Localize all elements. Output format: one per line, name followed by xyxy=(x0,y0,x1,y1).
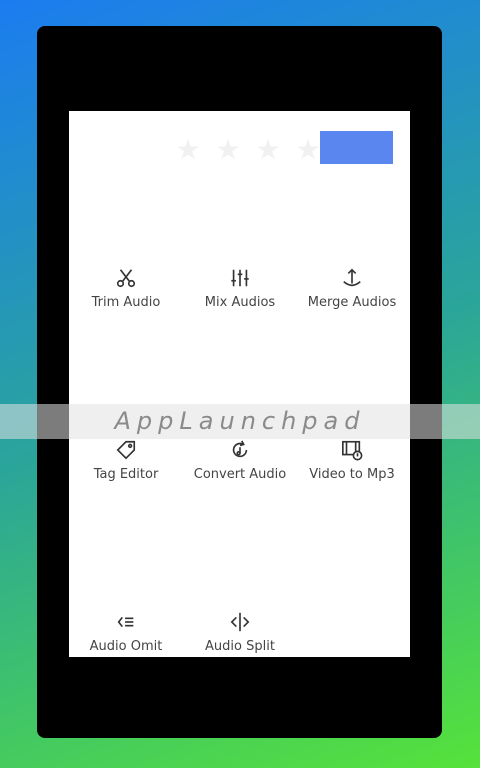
omit-icon xyxy=(117,616,134,628)
tag-icon xyxy=(116,440,136,460)
rating-stars[interactable]: ★ ★ ★ ★ xyxy=(172,136,324,164)
star-icon[interactable]: ★ xyxy=(172,136,204,164)
tool-label: Merge Audios xyxy=(307,295,397,310)
tag-editor-tool[interactable]: Tag Editor xyxy=(69,439,183,482)
scissors-icon xyxy=(116,269,136,288)
app-screen: ★ ★ ★ ★ Trim Audio Mix Audios Merge Audi… xyxy=(69,111,410,657)
convert-icon xyxy=(232,440,248,458)
star-icon[interactable]: ★ xyxy=(252,136,284,164)
audio-split-tool[interactable]: Audio Split xyxy=(183,611,297,654)
star-icon[interactable]: ★ xyxy=(212,136,244,164)
mix-audios-tool[interactable]: Mix Audios xyxy=(183,267,297,310)
watermark-text: AppLaunchpad xyxy=(114,407,366,435)
convert-audio-tool[interactable]: Convert Audio xyxy=(183,439,297,482)
merge-audios-tool[interactable]: Merge Audios xyxy=(295,267,409,310)
audio-omit-tool[interactable]: Audio Omit xyxy=(69,611,183,654)
tool-label: Trim Audio xyxy=(91,295,161,310)
merge-icon xyxy=(343,268,361,287)
tool-label: Audio Split xyxy=(205,639,275,654)
tool-label: Video to Mp3 xyxy=(309,467,395,482)
split-icon xyxy=(230,612,250,632)
video-music-icon xyxy=(342,440,363,461)
tool-label: Tag Editor xyxy=(93,467,159,482)
tool-label: Convert Audio xyxy=(193,467,287,482)
tool-label: Audio Omit xyxy=(89,639,163,654)
rate-button[interactable] xyxy=(320,131,393,164)
equalizer-icon xyxy=(231,269,249,287)
tool-label: Mix Audios xyxy=(204,295,276,310)
video-to-mp3-tool[interactable]: Video to Mp3 xyxy=(295,439,409,482)
trim-audio-tool[interactable]: Trim Audio xyxy=(69,267,183,310)
